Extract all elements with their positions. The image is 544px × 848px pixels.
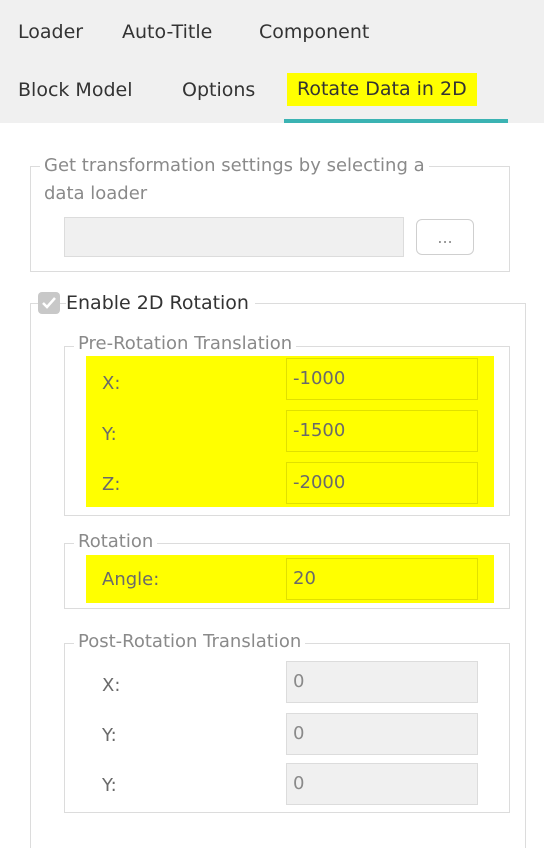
angle-label: Angle: xyxy=(102,569,160,590)
pre-z-input[interactable]: -2000 xyxy=(286,462,478,504)
tab-options[interactable]: Options xyxy=(182,78,255,102)
tab-auto-title[interactable]: Auto-Title xyxy=(122,20,212,44)
tab-component[interactable]: Component xyxy=(259,20,369,44)
post-y2-label: Y: xyxy=(102,775,117,796)
pre-z-label: Z: xyxy=(102,474,121,495)
post-rotation-legend: Post-Rotation Translation xyxy=(74,629,306,655)
data-loader-legend-line2: data loader xyxy=(40,181,152,207)
checkmark-icon xyxy=(42,297,56,309)
post-y-input[interactable]: 0 xyxy=(286,713,478,755)
browse-button[interactable]: ... xyxy=(416,219,474,255)
tab-block-model[interactable]: Block Model xyxy=(18,78,132,102)
tab-loader[interactable]: Loader xyxy=(18,20,83,44)
pre-y-label: Y: xyxy=(102,424,117,445)
post-y2-input[interactable]: 0 xyxy=(286,763,478,805)
rotation-legend: Rotation xyxy=(74,529,158,555)
angle-input[interactable]: 20 xyxy=(286,558,478,600)
post-x-input[interactable]: 0 xyxy=(286,661,478,703)
tab-rotate-data-2d[interactable]: Rotate Data in 2D xyxy=(287,73,477,106)
pre-x-label: X: xyxy=(102,373,121,394)
data-loader-legend-line1: Get transformation settings by selecting… xyxy=(40,153,429,179)
tab-bar: Loader Auto-Title Component Block Model … xyxy=(0,0,544,123)
pre-rotation-legend: Pre-Rotation Translation xyxy=(74,331,297,357)
data-loader-path-input[interactable] xyxy=(64,217,404,257)
pre-y-input[interactable]: -1500 xyxy=(286,410,478,452)
enable-2d-rotation-checkbox[interactable] xyxy=(38,292,60,314)
post-y-label: Y: xyxy=(102,725,117,746)
post-x-label: X: xyxy=(102,675,121,696)
enable-2d-rotation-label: Enable 2D Rotation xyxy=(66,290,255,316)
pre-x-input[interactable]: -1000 xyxy=(286,358,478,400)
